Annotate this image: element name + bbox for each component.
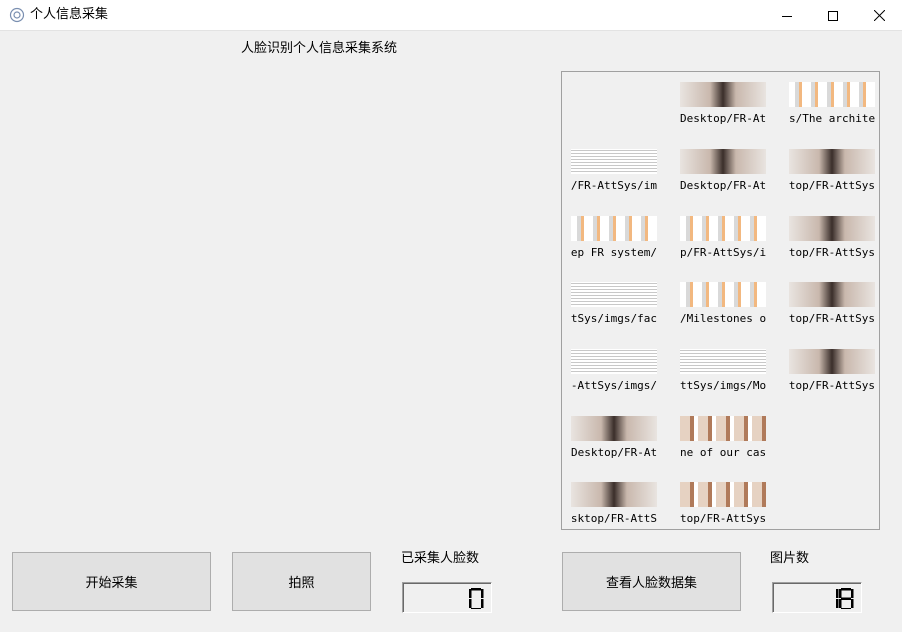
gallery-thumbnail[interactable] bbox=[680, 82, 766, 107]
gallery-caption: sktop/FR-AttSys bbox=[789, 179, 875, 192]
take-photo-button[interactable]: 拍照 bbox=[232, 552, 371, 611]
gallery-caption: sktop/FR-AttSys bbox=[789, 246, 875, 259]
system-heading: 人脸识别个人信息采集系统 bbox=[241, 41, 398, 56]
lcd-segment bbox=[841, 597, 851, 600]
gallery-thumbnail[interactable] bbox=[789, 349, 875, 374]
collected-faces-label: 已采集人脸数 bbox=[401, 551, 480, 566]
close-button[interactable] bbox=[856, 0, 902, 31]
gallery-thumbnail[interactable] bbox=[571, 282, 657, 307]
gallery-thumbnail[interactable] bbox=[789, 149, 875, 174]
window-title: 个人信息采集 bbox=[30, 7, 109, 22]
gallery-caption: sktop/FR-AttSys bbox=[789, 312, 875, 325]
gallery-caption: s/The architec bbox=[789, 112, 875, 125]
lcd-segment bbox=[469, 599, 472, 608]
gallery-caption: ttSys/imgs/Mobi bbox=[680, 379, 766, 392]
gallery-thumbnail[interactable] bbox=[680, 282, 766, 307]
lcd-segment bbox=[851, 589, 854, 598]
gallery-thumbnail[interactable] bbox=[680, 216, 766, 241]
app-gear-icon bbox=[9, 7, 25, 23]
gallery-thumbnail[interactable] bbox=[789, 216, 875, 241]
collected-faces-counter bbox=[402, 582, 492, 613]
image-count-label: 图片数 bbox=[770, 551, 810, 566]
minimize-button[interactable] bbox=[764, 0, 810, 31]
gallery-caption: /Milestones of bbox=[680, 312, 766, 325]
gallery-thumbnail[interactable] bbox=[680, 149, 766, 174]
close-icon bbox=[873, 10, 885, 21]
gallery-caption: p/FR-AttSys/im bbox=[680, 246, 766, 259]
gallery-caption: Desktop/FR-AttS bbox=[680, 179, 766, 192]
lcd-segment bbox=[841, 588, 851, 591]
gallery-thumbnail[interactable] bbox=[789, 282, 875, 307]
gallery-caption: Desktop/FR-AttS bbox=[571, 446, 657, 459]
lcd-segment bbox=[469, 589, 472, 598]
lcd-segment bbox=[471, 608, 481, 609]
gallery-thumbnail[interactable] bbox=[571, 482, 657, 507]
lcd-segment bbox=[481, 599, 484, 608]
image-count-counter bbox=[772, 582, 862, 613]
collected-faces-value bbox=[469, 588, 484, 609]
gallery-thumbnail[interactable] bbox=[680, 416, 766, 441]
gallery-caption: p/FR-AttSys/im bbox=[571, 179, 657, 192]
start-collect-button[interactable]: 开始采集 bbox=[12, 552, 211, 611]
gallery-caption: Desktop/FR-AttS bbox=[571, 512, 657, 525]
gallery-caption: Desktop/FR-AttS bbox=[680, 112, 766, 125]
gallery-caption: AttSys/imgs/fac bbox=[571, 312, 657, 325]
maximize-icon bbox=[828, 10, 838, 21]
lcd-segment bbox=[481, 589, 484, 598]
gallery-thumbnail[interactable] bbox=[789, 82, 875, 107]
lcd-segment bbox=[836, 599, 839, 608]
title-bar: 个人信息采集 bbox=[0, 0, 902, 31]
view-dataset-button[interactable]: 查看人脸数据集 bbox=[562, 552, 741, 611]
lcd-segment bbox=[836, 589, 839, 598]
gallery-thumbnail[interactable] bbox=[571, 149, 657, 174]
gallery-caption: /Deep FR system bbox=[571, 246, 657, 259]
image-count-value bbox=[836, 588, 854, 609]
lcd-segment bbox=[841, 608, 851, 609]
gallery-thumbnail[interactable] bbox=[680, 349, 766, 374]
lcd-segment bbox=[471, 588, 481, 591]
image-gallery[interactable]: Desktop/FR-AttS s/The architec p/FR-AttSys… bbox=[561, 71, 880, 530]
gallery-caption: ne of our casc bbox=[680, 446, 766, 459]
maximize-button[interactable] bbox=[810, 0, 856, 31]
gallery-thumbnail[interactable] bbox=[571, 216, 657, 241]
lcd-segment bbox=[851, 599, 854, 608]
gallery-thumbnail[interactable] bbox=[571, 349, 657, 374]
gallery-caption: top/FR-AttSys/ bbox=[680, 512, 766, 525]
lcd-segment bbox=[839, 589, 842, 598]
gallery-thumbnail[interactable] bbox=[571, 416, 657, 441]
gallery-caption: /FR-AttSys/imgs/ bbox=[571, 379, 657, 392]
gallery-thumbnail[interactable] bbox=[680, 482, 766, 507]
minimize-icon bbox=[782, 15, 792, 17]
lcd-segment bbox=[839, 599, 842, 608]
gallery-caption: sktop/FR-AttSys bbox=[789, 379, 875, 392]
